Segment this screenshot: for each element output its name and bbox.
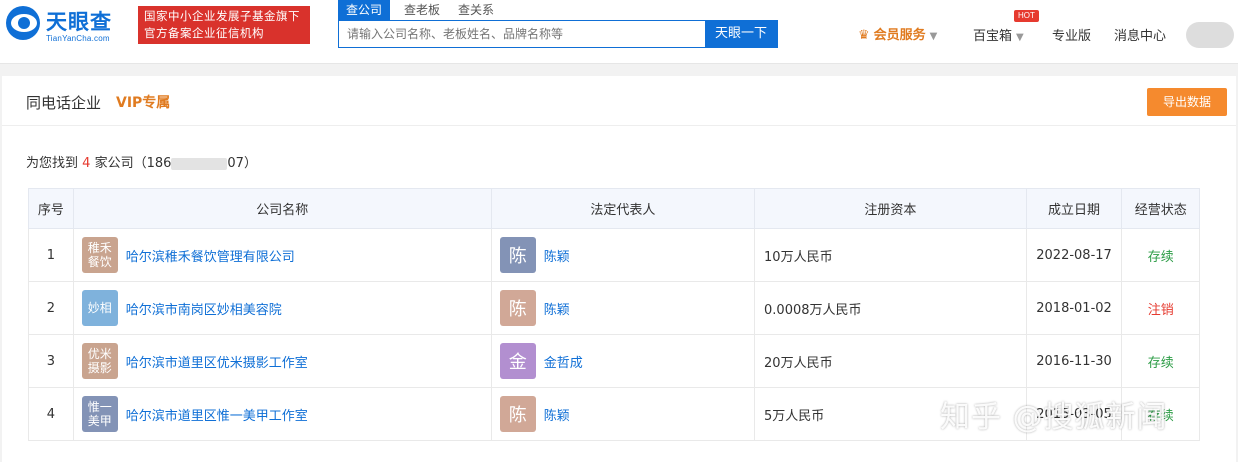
company-name-link[interactable]: 哈尔滨市道里区惟一美甲工作室 [126, 405, 308, 424]
treasure-box-menu[interactable]: 百宝箱 ▼ [973, 25, 1024, 44]
status-cell: 注销 [1121, 281, 1200, 335]
company-logo: 惟一 美甲 [81, 396, 118, 432]
legal-rep-cell: 陈 陈颖 [490, 228, 756, 282]
header-capital: 注册资本 [754, 188, 1027, 229]
legal-rep-cell: 陈 陈颖 [490, 387, 756, 441]
top-header: 天眼查 TianYanCha.com 国家中小企业发展子基金旗下 官方备案企业征… [0, 0, 1238, 64]
site-logo[interactable]: 天眼查 TianYanCha.com [6, 6, 130, 46]
gov-badge-line2: 官方备案企业征信机构 [144, 26, 264, 40]
vip-tag: VIP专属 [116, 95, 171, 111]
result-count: 4 [82, 156, 91, 171]
found-date-cell: 2022-08-17 [1025, 228, 1123, 282]
table-row: 2 妙相 哈尔滨市南岗区妙相美容院 陈 陈颖 0.0008万人民币 2018-0… [28, 281, 1200, 335]
company-cell: 惟一 美甲 哈尔滨市道里区惟一美甲工作室 [72, 387, 492, 441]
legal-rep-link[interactable]: 陈颖 [544, 405, 570, 424]
header-index: 序号 [28, 188, 74, 229]
eye-logo-icon [6, 6, 40, 40]
tab-search-relation[interactable]: 查关系 [450, 0, 502, 20]
company-cell: 妙相 哈尔滨市南岗区妙相美容院 [72, 281, 492, 335]
logo-text: 天眼查 [46, 10, 112, 34]
company-cell: 优米 摄影 哈尔滨市道里区优米摄影工作室 [72, 334, 492, 388]
row-index: 2 [28, 281, 74, 335]
row-index: 4 [28, 387, 74, 441]
legal-rep-link[interactable]: 金哲成 [544, 352, 583, 371]
status-cell: 存续 [1121, 334, 1200, 388]
person-avatar: 陈 [499, 396, 536, 432]
found-date-cell: 2018-01-02 [1025, 281, 1123, 335]
crown-icon: ♛ [858, 28, 870, 43]
header-found-date: 成立日期 [1025, 188, 1123, 229]
gov-badge-line1: 国家中小企业发展子基金旗下 [144, 9, 300, 23]
watermark: 知乎 @搜狐新闻 [940, 400, 1168, 435]
caret-down-icon: ▼ [929, 31, 938, 42]
caret-down-icon: ▼ [1016, 32, 1024, 43]
table-row: 3 优米 摄影 哈尔滨市道里区优米摄影工作室 金 金哲成 20万人民币 2016-… [28, 334, 1200, 388]
person-avatar: 陈 [499, 237, 536, 273]
result-summary: 为您找到 4 家公司（186 07） [26, 152, 257, 171]
treasure-box-label: 百宝箱 [973, 29, 1013, 44]
capital-cell: 20万人民币 [754, 334, 1027, 388]
person-avatar: 陈 [499, 290, 536, 326]
person-avatar: 金 [499, 343, 536, 379]
logo-subtext: TianYanCha.com [46, 34, 110, 43]
company-name-link[interactable]: 哈尔滨稚禾餐饮管理有限公司 [126, 246, 295, 265]
result-suffix: 家公司（186 [94, 156, 172, 171]
capital-cell: 10万人民币 [754, 228, 1027, 282]
result-phone-tail: 07） [227, 156, 257, 171]
company-name-link[interactable]: 哈尔滨市南岗区妙相美容院 [126, 299, 282, 318]
table-row: 1 稚禾 餐饮 哈尔滨稚禾餐饮管理有限公司 陈 陈颖 10万人民币 2022-08… [28, 228, 1200, 282]
user-avatar[interactable] [1186, 22, 1234, 48]
vip-service-menu[interactable]: ♛ 会员服务 ▼ [858, 24, 937, 43]
legal-rep-cell: 金 金哲成 [490, 334, 756, 388]
message-center-link[interactable]: 消息中心 [1114, 25, 1166, 44]
hot-badge: HOT [1014, 10, 1039, 22]
row-index: 1 [28, 228, 74, 282]
header-status: 经营状态 [1121, 188, 1200, 229]
capital-cell: 0.0008万人民币 [754, 281, 1027, 335]
search-box: 天眼一下 [338, 20, 778, 48]
search-input[interactable] [339, 21, 707, 47]
phone-mask [171, 157, 228, 170]
legal-rep-link[interactable]: 陈颖 [544, 299, 570, 318]
legal-rep-link[interactable]: 陈颖 [544, 246, 570, 265]
vip-service-label: 会员服务 [873, 28, 926, 43]
header-legal-rep: 法定代表人 [490, 188, 756, 229]
company-logo: 优米 摄影 [81, 343, 118, 379]
company-logo: 妙相 [81, 290, 118, 326]
tab-search-company[interactable]: 查公司 [338, 0, 391, 20]
table-header-row: 序号 公司名称 法定代表人 注册资本 成立日期 经营状态 [28, 188, 1200, 229]
legal-rep-cell: 陈 陈颖 [490, 281, 756, 335]
tab-search-boss[interactable]: 查老板 [396, 0, 448, 20]
header-company-name: 公司名称 [72, 188, 492, 229]
export-data-button[interactable]: 导出数据 [1147, 88, 1227, 116]
found-date-cell: 2016-11-30 [1025, 334, 1123, 388]
row-index: 3 [28, 334, 74, 388]
company-cell: 稚禾 餐饮 哈尔滨稚禾餐饮管理有限公司 [72, 228, 492, 282]
status-cell: 存续 [1121, 228, 1200, 282]
search-button[interactable]: 天眼一下 [705, 20, 777, 48]
result-prefix: 为您找到 [26, 156, 79, 171]
panel-title: 同电话企业 [26, 94, 102, 112]
company-logo: 稚禾 餐饮 [81, 237, 118, 273]
panel-header: 同电话企业 VIP专属 导出数据 [2, 76, 1236, 126]
pro-version-link[interactable]: 专业版 [1052, 25, 1091, 44]
gov-badge: 国家中小企业发展子基金旗下 官方备案企业征信机构 [138, 6, 310, 44]
company-name-link[interactable]: 哈尔滨市道里区优米摄影工作室 [126, 352, 308, 371]
